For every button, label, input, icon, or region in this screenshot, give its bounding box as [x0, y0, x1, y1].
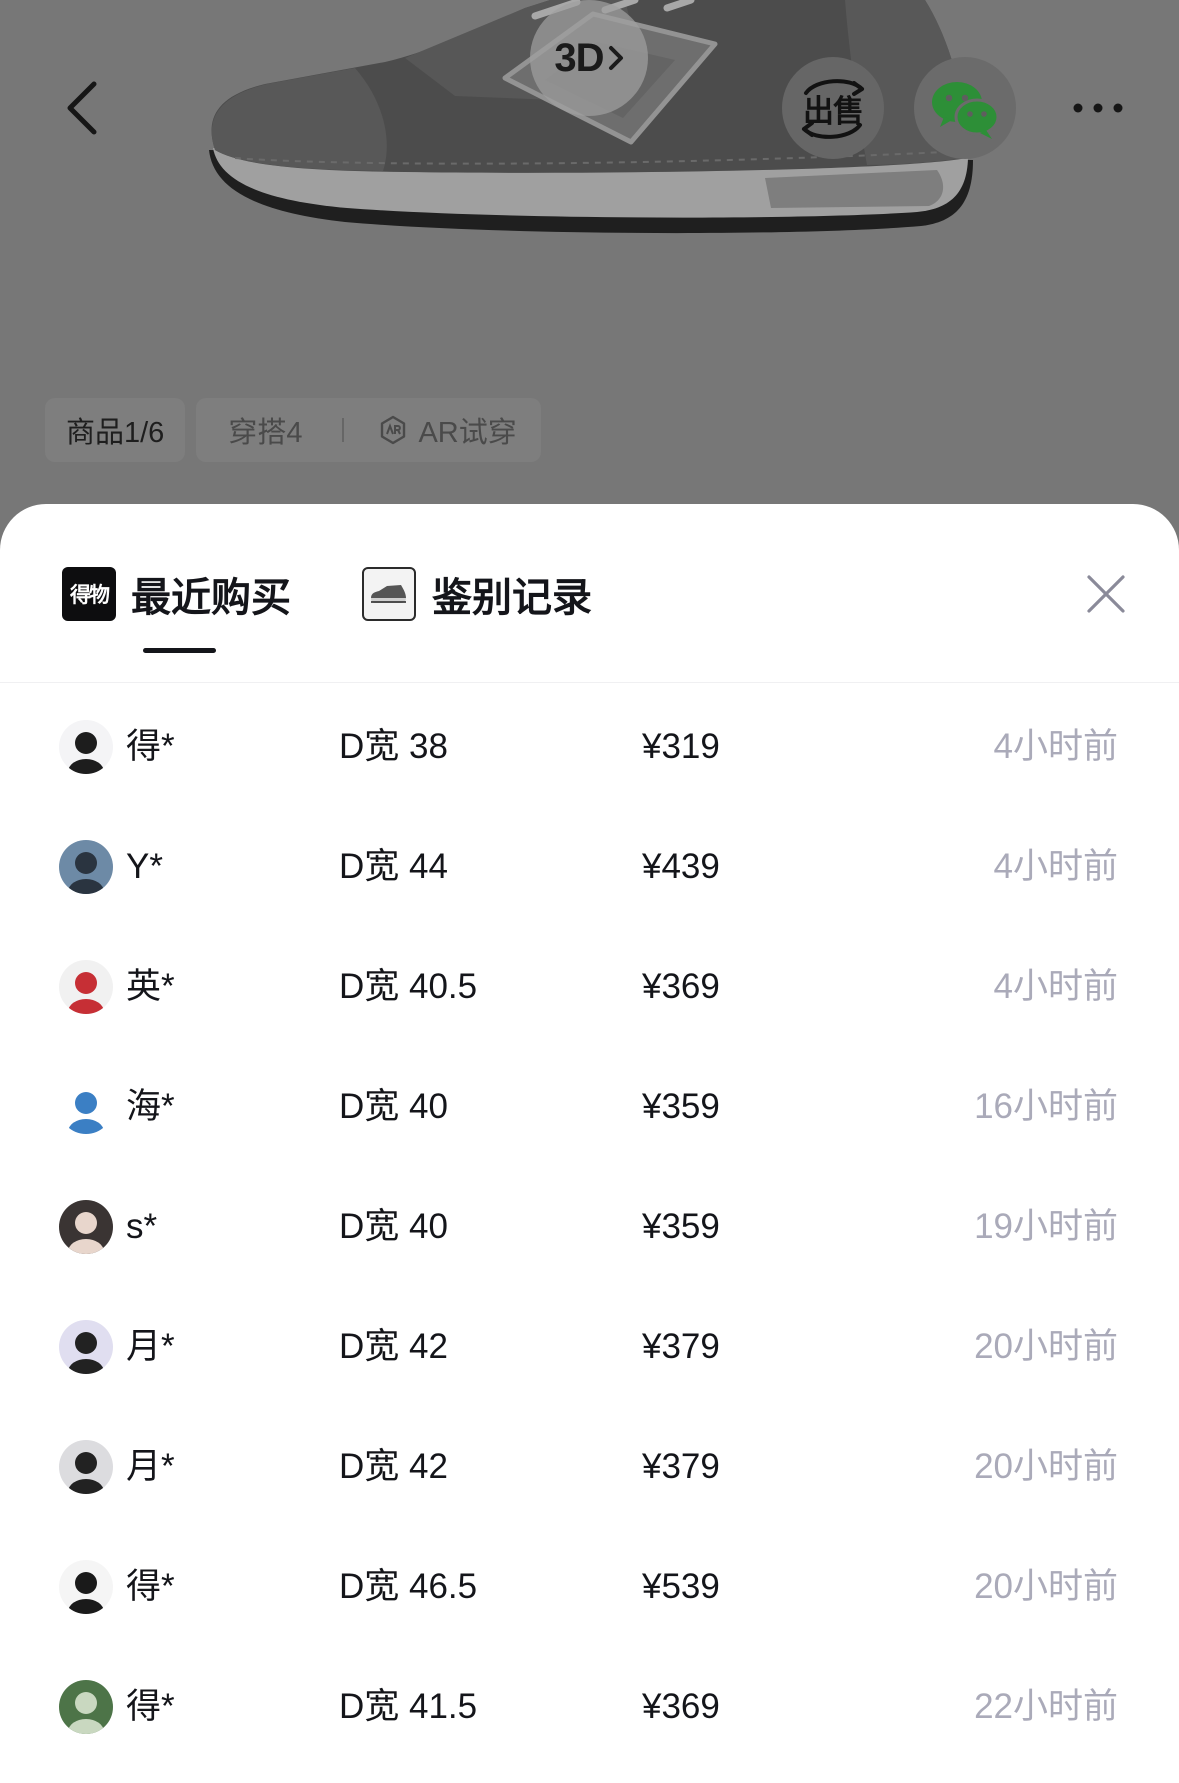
buyer-name: 海* — [126, 1087, 175, 1126]
purchase-size: D宽 46.5 — [339, 1567, 478, 1606]
buyer-avatar — [59, 1320, 113, 1374]
purchase-list: 得* D宽 38 ¥319 4小时前 Y* D宽 44 ¥439 4小时前 英* D宽 40.5 ¥… — [0, 687, 1179, 1767]
purchase-size: D宽 42 — [339, 1327, 448, 1366]
wechat-icon — [932, 82, 1000, 139]
purchase-price: ¥379 — [642, 1447, 720, 1486]
tab-outfits[interactable]: 穿搭4 — [228, 409, 302, 451]
tab-product-images[interactable]: 商品1/6 — [45, 398, 186, 462]
purchase-price: ¥439 — [642, 847, 720, 886]
buyer-avatar — [59, 720, 113, 774]
purchase-row: 月* D宽 42 ¥379 20小时前 — [0, 1407, 1179, 1527]
buyer-avatar — [59, 1200, 113, 1254]
purchase-size: D宽 44 — [339, 847, 448, 886]
tab-recent-purchases-label: 最近购买 — [131, 576, 291, 620]
buyer-avatar — [59, 840, 113, 894]
buyer-name: 得* — [126, 1687, 175, 1726]
purchase-size: D宽 40.5 — [339, 967, 478, 1006]
purchase-size: D宽 38 — [339, 727, 448, 766]
purchase-time: 19小时前 — [974, 1207, 1118, 1246]
buyer-name: Y* — [126, 847, 163, 886]
more-button[interactable] — [1068, 98, 1128, 118]
tab-product-images-label: 商品1/6 — [66, 417, 165, 449]
buyer-avatar — [59, 1440, 113, 1494]
purchase-row: 月* D宽 42 ¥379 20小时前 — [0, 1287, 1179, 1407]
tab-authentication-records[interactable]: 鉴别记录 — [362, 566, 592, 622]
product-hero: 3D 出售 商品1/6 穿搭4 AR试穿 — [0, 0, 1179, 504]
media-tab-group: 穿搭4 AR试穿 — [196, 398, 541, 462]
view-3d-button[interactable]: 3D — [530, 0, 648, 116]
purchase-price: ¥359 — [642, 1087, 720, 1126]
purchase-size: D宽 40 — [339, 1087, 448, 1126]
buyer-avatar — [59, 1080, 113, 1134]
purchase-price: ¥379 — [642, 1327, 720, 1366]
media-tabs: 商品1/6 穿搭4 AR试穿 — [45, 398, 541, 462]
purchase-size: D宽 41.5 — [339, 1687, 478, 1726]
purchase-row: 得* D宽 46.5 ¥539 20小时前 — [0, 1527, 1179, 1647]
dewu-logo: 得物 — [62, 567, 116, 621]
buyer-name: 月* — [126, 1447, 175, 1486]
tab-separator — [342, 418, 345, 442]
purchase-size: D宽 42 — [339, 1447, 448, 1486]
tab-authentication-records-label: 鉴别记录 — [432, 576, 592, 620]
buyer-name: 月* — [126, 1327, 175, 1366]
more-icon — [1073, 103, 1123, 113]
purchase-row: 得* D宽 41.5 ¥369 22小时前 — [0, 1647, 1179, 1767]
purchase-row: 英* D宽 40.5 ¥369 4小时前 — [0, 927, 1179, 1047]
tab-ar-try-on[interactable]: AR试穿 — [378, 409, 517, 451]
purchase-row: s* D宽 40 ¥359 19小时前 — [0, 1167, 1179, 1287]
buyer-avatar — [59, 1680, 113, 1734]
purchase-time: 4小时前 — [993, 727, 1118, 766]
purchase-size: D宽 40 — [339, 1207, 448, 1246]
purchase-time: 20小时前 — [974, 1327, 1118, 1366]
ar-icon — [381, 415, 406, 445]
purchase-price: ¥369 — [642, 967, 720, 1006]
tab-recent-purchases[interactable]: 得物 最近购买 — [62, 566, 291, 622]
view-3d-label: 3D — [554, 35, 604, 80]
purchase-price: ¥359 — [642, 1207, 720, 1246]
purchase-row: Y* D宽 44 ¥439 4小时前 — [0, 807, 1179, 927]
purchase-time: 16小时前 — [974, 1087, 1118, 1126]
purchase-time: 4小时前 — [993, 967, 1118, 1006]
buyer-name: 得* — [126, 727, 175, 766]
purchase-row: 海* D宽 40 ¥359 16小时前 — [0, 1047, 1179, 1167]
sell-label: 出售 — [803, 93, 864, 129]
tab-ar-try-on-label: AR试穿 — [418, 417, 517, 449]
buyer-name: s* — [126, 1207, 158, 1246]
wechat-share-button[interactable] — [914, 57, 1016, 159]
buyer-avatar — [59, 960, 113, 1014]
buyer-name: 得* — [126, 1567, 175, 1606]
purchase-time: 20小时前 — [974, 1447, 1118, 1486]
purchase-time: 4小时前 — [993, 847, 1118, 886]
buyer-avatar — [59, 1560, 113, 1614]
close-icon — [1087, 575, 1125, 613]
sell-button[interactable]: 出售 — [782, 57, 884, 159]
recent-purchases-sheet: 得物 最近购买 鉴别记录 得* D宽 38 ¥319 4小时前 Y* D宽 44 ¥439 4… — [0, 504, 1179, 1783]
header-divider — [0, 682, 1179, 683]
purchase-time: 22小时前 — [974, 1687, 1118, 1726]
buyer-name: 英* — [126, 967, 175, 1006]
purchase-price: ¥319 — [642, 727, 720, 766]
purchase-time: 20小时前 — [974, 1567, 1118, 1606]
purchase-row: 得* D宽 38 ¥319 4小时前 — [0, 687, 1179, 807]
chevron-right-icon — [608, 46, 623, 70]
back-button[interactable] — [58, 78, 110, 138]
purchase-price: ¥539 — [642, 1567, 720, 1606]
purchase-price: ¥369 — [642, 1687, 720, 1726]
sneaker-thumbnail-icon — [362, 567, 416, 621]
close-button[interactable] — [1085, 573, 1127, 615]
active-tab-indicator — [143, 648, 216, 653]
chevron-left-icon — [67, 81, 97, 135]
